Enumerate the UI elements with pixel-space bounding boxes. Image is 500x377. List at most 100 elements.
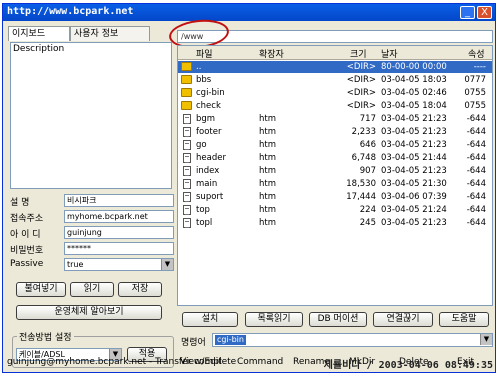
id-field[interactable]: guinjung — [64, 226, 174, 239]
command-label: 명령어 — [181, 338, 206, 348]
file-attr: ---- — [473, 62, 486, 72]
folder-up-icon — [181, 62, 192, 71]
disconnect-button[interactable]: 연결끊기 — [373, 312, 433, 327]
file-row[interactable]: footer htm 2,233 03-04-05 21:23 -644 — [178, 126, 492, 138]
file-size: 17,444 — [346, 192, 376, 202]
command-row: 명령어 cgi-bin ▼ — [177, 333, 493, 348]
file-name: header — [196, 153, 226, 163]
passive-select[interactable]: true ▼ — [64, 258, 174, 271]
file-attr: -644 — [466, 205, 486, 215]
help-button[interactable]: 도움말 — [439, 312, 489, 327]
file-row[interactable]: check <DIR> 03-04-05 18:04 0755 — [178, 100, 492, 112]
file-icon — [183, 153, 191, 163]
install-button[interactable]: 설치 — [182, 312, 238, 327]
paste-button[interactable]: 불여넣기 — [16, 282, 66, 297]
command-input[interactable]: cgi-bin ▼ — [212, 333, 493, 347]
field-row-address: 접속주소 myhome.bcpark.net — [10, 210, 174, 224]
file-ext: htm — [259, 192, 276, 202]
column-header-attr[interactable]: 속성 — [468, 47, 485, 60]
passive-value: true — [67, 260, 84, 269]
action-buttons: 설치 목록읽기 DB 머이션 연결끊기 도움말 — [177, 312, 493, 327]
app-window: http://www.bcpark.net _ X 이지보드 사용자 정보 De… — [2, 3, 500, 373]
file-row[interactable]: index htm 907 03-04-05 21:23 -644 — [178, 165, 492, 177]
column-header-date[interactable]: 날자 — [381, 47, 398, 60]
file-icon — [183, 166, 191, 176]
file-size: 224 — [359, 205, 376, 215]
file-size: <DIR> — [346, 62, 376, 72]
detect-os-button[interactable]: 운영체제 알아보기 — [16, 305, 162, 320]
file-attr: -644 — [466, 179, 486, 189]
file-attr: 0755 — [464, 101, 486, 111]
file-name: footer — [196, 127, 222, 137]
status-text: guinjung@myhome.bcpark.net - Transfer co… — [7, 357, 237, 367]
file-name: index — [196, 166, 220, 176]
file-size: 2,233 — [351, 127, 376, 137]
file-size: <DIR> — [346, 101, 376, 111]
save-button[interactable]: 저장 — [118, 282, 162, 297]
tab-user-info[interactable]: 사용자 정보 — [70, 26, 150, 41]
minimize-button[interactable]: _ — [460, 6, 475, 19]
chevron-down-icon[interactable]: ▼ — [161, 259, 173, 270]
file-icon — [183, 192, 191, 202]
address-field[interactable]: myhome.bcpark.net — [64, 210, 174, 223]
file-name: top — [196, 205, 210, 215]
file-attr: -644 — [466, 127, 486, 137]
column-header-size[interactable]: 크기 — [350, 47, 367, 60]
field-label-password: 비밀번호 — [10, 246, 44, 256]
file-row[interactable]: go htm 646 03-04-05 21:23 -644 — [178, 139, 492, 151]
file-size: 646 — [359, 140, 376, 150]
file-attr: 0777 — [464, 75, 486, 85]
file-row[interactable]: main htm 18,530 03-04-05 21:30 -644 — [178, 178, 492, 190]
file-size: 245 — [359, 218, 376, 228]
tab-easyboard[interactable]: 이지보드 — [8, 26, 70, 41]
file-list[interactable]: 파일 확장자 크기 날자 속성 .. <DIR> 80-00-00 00:00 ---… — [177, 45, 493, 306]
file-name: check — [196, 101, 221, 111]
file-row[interactable]: top htm 224 03-04-05 21:24 -644 — [178, 204, 492, 216]
file-name: go — [196, 140, 207, 150]
file-date: 03-04-05 02:46 — [381, 88, 447, 98]
field-label-passive: Passive — [10, 259, 44, 269]
file-size: <DIR> — [346, 75, 376, 85]
file-attr: -644 — [466, 218, 486, 228]
file-row[interactable]: cgi-bin <DIR> 03-04-05 02:46 0755 — [178, 87, 492, 99]
name-field[interactable]: 비시파크 — [64, 194, 174, 207]
file-row[interactable]: suport htm 17,444 03-04-06 07:39 -644 — [178, 191, 492, 203]
description-box[interactable]: Description — [10, 42, 172, 189]
column-header-name[interactable]: 파일 — [196, 47, 213, 60]
db-button[interactable]: DB 머이션 — [309, 312, 367, 327]
command-value: cgi-bin — [215, 335, 246, 345]
file-row[interactable]: header htm 6,748 03-04-05 21:44 -644 — [178, 152, 492, 164]
column-header-ext[interactable]: 확장자 — [259, 47, 284, 60]
file-name: bbs — [196, 75, 212, 85]
title-bar[interactable]: http://www.bcpark.net _ X — [3, 4, 495, 21]
file-row[interactable]: bgm htm 717 03-04-05 21:23 -644 — [178, 113, 492, 125]
file-row[interactable]: bbs <DIR> 03-04-05 18:03 0777 — [178, 74, 492, 86]
file-ext: htm — [259, 218, 276, 228]
close-button[interactable]: X — [477, 6, 492, 19]
file-date: 03-04-05 21:23 — [381, 140, 447, 150]
file-date: 03-04-05 21:23 — [381, 114, 447, 124]
file-attr: -644 — [466, 114, 486, 124]
field-row-passive: Passive true ▼ — [10, 258, 174, 271]
status-bar: guinjung@myhome.bcpark.net - Transfer co… — [5, 356, 493, 371]
folder-icon — [181, 101, 192, 110]
read-list-button[interactable]: 목록읽기 — [245, 312, 303, 327]
field-label-address: 접속주소 — [10, 214, 44, 224]
chevron-down-icon[interactable]: ▼ — [480, 334, 492, 345]
file-icon — [183, 140, 191, 150]
file-row[interactable]: topl htm 245 03-04-05 21:23 -644 — [178, 217, 492, 229]
file-date: 03-04-05 18:04 — [381, 101, 447, 111]
file-size: 18,530 — [346, 179, 376, 189]
file-row[interactable]: .. <DIR> 80-00-00 00:00 ---- — [178, 61, 492, 73]
file-attr: -644 — [466, 153, 486, 163]
file-icon — [183, 114, 191, 124]
file-name: main — [196, 179, 218, 189]
file-size: <DIR> — [346, 88, 376, 98]
field-row-name: 설 명 비시파크 — [10, 194, 174, 208]
read-button[interactable]: 읽기 — [70, 282, 114, 297]
file-attr: -644 — [466, 140, 486, 150]
file-icon — [183, 127, 191, 137]
password-field[interactable]: ****** — [64, 242, 174, 255]
file-name: topl — [196, 218, 213, 228]
file-date: 03-04-05 21:44 — [381, 153, 447, 163]
